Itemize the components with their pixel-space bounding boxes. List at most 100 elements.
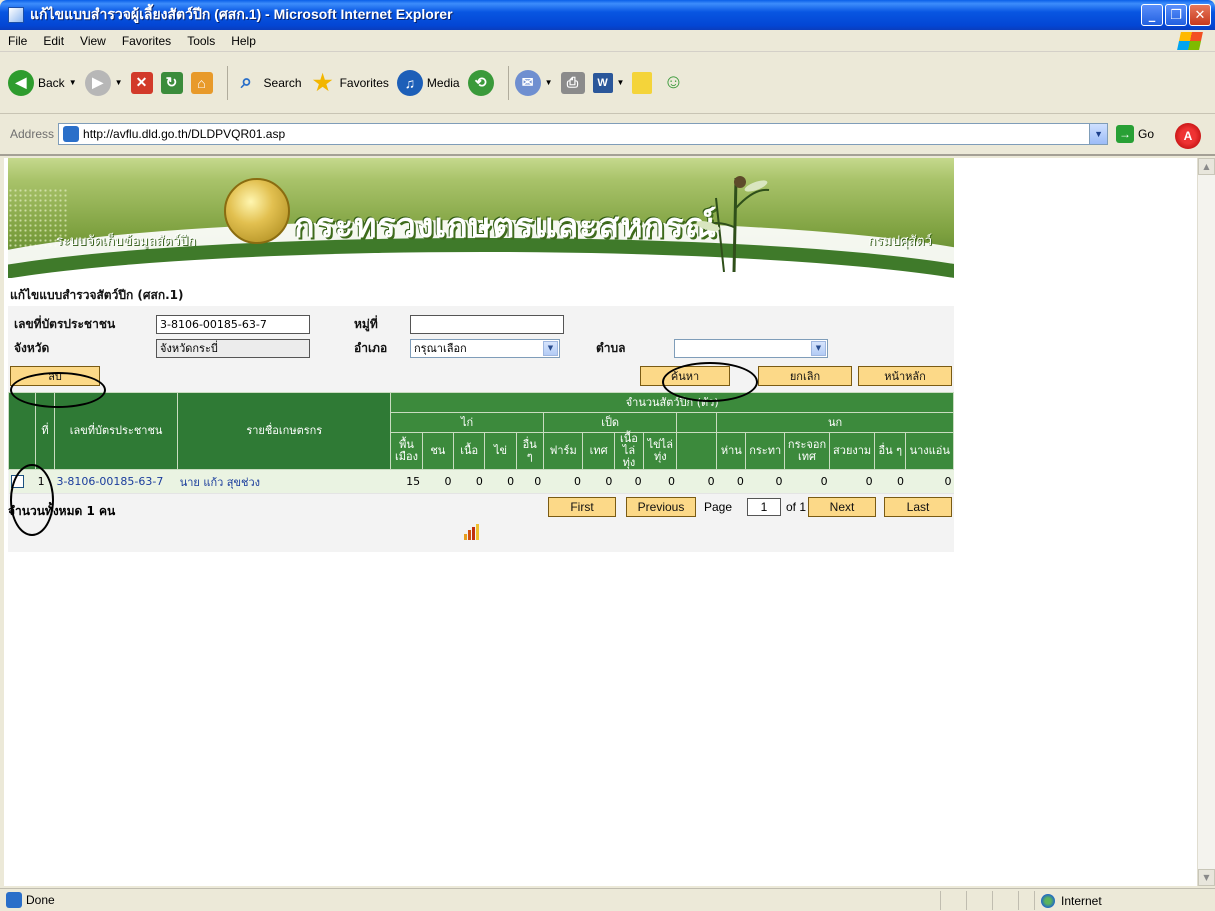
sub-header-egg-field: ไข่ไล่ทุ่ง	[643, 432, 678, 470]
scroll-down-icon[interactable]: ▼	[1198, 869, 1215, 886]
go-label: Go	[1138, 127, 1155, 141]
address-label: Address	[10, 127, 55, 141]
page-of-label: of 1	[786, 500, 807, 514]
chevron-down-icon: ▼	[811, 340, 826, 356]
mail-icon: ✉	[514, 69, 541, 96]
menu-tools[interactable]: Tools	[179, 34, 223, 48]
forward-dropdown-icon[interactable]: ▼	[115, 78, 123, 87]
district-select[interactable]: กรุณาเลือก ▼	[410, 338, 560, 358]
close-button[interactable]: ✕	[1189, 4, 1211, 26]
menu-view[interactable]: View	[72, 34, 114, 48]
media-label: Media	[426, 75, 460, 90]
sub-header-blank	[676, 432, 718, 470]
history-button[interactable]: ⟲	[467, 69, 494, 96]
row-value: 0	[614, 469, 644, 494]
menu-help[interactable]: Help	[223, 34, 264, 48]
ministry-seal-logo	[224, 178, 290, 244]
mail-button[interactable]: ✉ ▼	[514, 69, 553, 96]
favorites-button[interactable]: ★ Favorites	[310, 70, 389, 96]
sub-header-native: พื้นเมือง	[390, 432, 423, 470]
menu-file[interactable]: File	[0, 34, 35, 48]
sub-header-other: อื่น ๆ	[515, 432, 544, 470]
back-label: Back	[38, 75, 65, 90]
forward-button[interactable]: ▶ ▼	[84, 69, 123, 96]
back-dropdown-icon[interactable]: ▼	[69, 78, 77, 87]
id-card-input[interactable]: 3-8106-00185-63-7	[156, 314, 310, 334]
site-banner: ระบบจัดเก็บข้อมูลสัตว์ปีก กระทรวงเกษตรแล…	[8, 158, 954, 278]
maximize-button[interactable]: ❐	[1165, 4, 1187, 26]
name-column-header: รายชื่อเกษตรกร	[177, 392, 392, 470]
search-button[interactable]: ⌕ Search	[234, 70, 302, 96]
edit-button[interactable]: W ▼	[592, 72, 625, 93]
province-input[interactable]: จังหวัดกระบี่	[156, 338, 310, 358]
mail-dropdown-icon[interactable]: ▼	[545, 78, 553, 87]
messenger-button[interactable]: ☺	[660, 70, 686, 96]
security-zone: Internet	[1034, 891, 1215, 910]
sub-header-fighting: ชน	[421, 432, 454, 470]
annotation-oval	[10, 372, 106, 408]
row-value: 0	[453, 469, 485, 494]
form-row: เลขที่บัตรประชาชน 3-8106-00185-63-7 หมู่…	[8, 312, 954, 336]
row-id-link[interactable]: 3-8106-00185-63-7	[54, 469, 178, 494]
annotation-oval	[10, 464, 54, 536]
back-button[interactable]: ◀ Back ▼	[8, 69, 77, 96]
title-bar: แก้ไขแบบสำรวจผู้เลี้ยงสัตว์ปีก (ศสก.1) -…	[0, 0, 1215, 30]
home-icon: ⌂	[190, 71, 213, 94]
village-input[interactable]	[410, 314, 564, 334]
media-button[interactable]: ♫ Media	[396, 69, 460, 96]
row-farmer-name: นาย แก้ว สุขช่วง	[177, 469, 391, 494]
window-title: แก้ไขแบบสำรวจผู้เลี้ยงสัตว์ปีก (ศสก.1) -…	[30, 6, 453, 22]
scroll-up-icon[interactable]: ▲	[1198, 158, 1215, 175]
star-icon: ★	[312, 69, 333, 95]
sub-header-swift: นางแอ่น	[905, 432, 954, 470]
vertical-scrollbar[interactable]: ▲ ▼	[1197, 158, 1215, 886]
page-number-input[interactable]: 1	[747, 498, 781, 516]
menu-edit[interactable]: Edit	[35, 34, 72, 48]
row-value: 15	[390, 469, 423, 494]
refresh-button[interactable]: ↻	[160, 71, 183, 94]
subdistrict-select[interactable]: ▼	[674, 338, 828, 358]
cancel-button[interactable]: ยกเลิก	[758, 366, 852, 386]
print-button[interactable]: ⎙	[560, 71, 585, 94]
status-bar: Done Internet	[0, 888, 1215, 911]
stop-icon: ✕	[130, 71, 153, 94]
previous-page-button[interactable]: Previous	[626, 497, 696, 517]
row-value: 0	[905, 469, 954, 494]
address-url: http://avflu.dld.go.th/DLDPVQR01.asp	[83, 127, 286, 141]
acrobat-icon[interactable]: A	[1175, 123, 1201, 149]
menu-favorites[interactable]: Favorites	[114, 34, 179, 48]
address-bar: Address http://avflu.dld.go.th/DLDPVQR01…	[0, 114, 1215, 156]
forward-arrow-icon: ▶	[84, 69, 111, 96]
next-page-button[interactable]: Next	[808, 497, 876, 517]
sub-header-egg: ไข่	[484, 432, 517, 470]
ministry-name: กระทรวงเกษตรและสหกรณ์	[294, 206, 718, 246]
chicken-group-header: ไก่	[390, 412, 544, 433]
status-cell	[992, 891, 1018, 910]
home-page-button[interactable]: หน้าหลัก	[858, 366, 952, 386]
back-arrow-icon: ◀	[8, 69, 34, 96]
pagination: จำนวนทั้งหมด 1 คน First Previous Page 1 …	[8, 494, 954, 522]
last-page-button[interactable]: Last	[884, 497, 952, 517]
page-done-icon	[6, 892, 22, 908]
system-name: ระบบจัดเก็บข้อมูลสัตว์ปีก	[56, 234, 197, 249]
standard-toolbar: ◀ Back ▼ ▶ ▼ ✕ ↻ ⌂ ⌕ Search ★ Favorites …	[0, 52, 1215, 114]
go-button[interactable]: → Go	[1116, 125, 1154, 143]
counter-bars-icon	[464, 524, 479, 540]
edit-dropdown-icon[interactable]: ▼	[617, 78, 625, 87]
stop-button[interactable]: ✕	[130, 71, 153, 94]
address-input[interactable]: http://avflu.dld.go.th/DLDPVQR01.asp ▼	[58, 123, 1109, 145]
subdistrict-label: ตำบล	[596, 340, 626, 355]
row-value: 0	[643, 469, 677, 494]
sub-header-ostrich: กระจอกเทศ	[783, 432, 831, 470]
row-value: 0	[422, 469, 454, 494]
minimize-button[interactable]: _	[1141, 4, 1163, 26]
results-table: ที่ เลขที่บัตรประชาชน รายชื่อเกษตรกร จำน…	[7, 392, 954, 494]
first-page-button[interactable]: First	[548, 497, 616, 517]
address-dropdown-icon[interactable]: ▼	[1089, 124, 1108, 144]
note-icon	[632, 71, 653, 94]
home-button[interactable]: ⌂	[190, 71, 213, 94]
action-buttons: ลบ ค้นหา ยกเลิก หน้าหลัก	[8, 366, 954, 388]
status-cells	[940, 891, 1044, 910]
discuss-button[interactable]	[632, 71, 653, 94]
go-arrow-icon: →	[1116, 125, 1135, 143]
